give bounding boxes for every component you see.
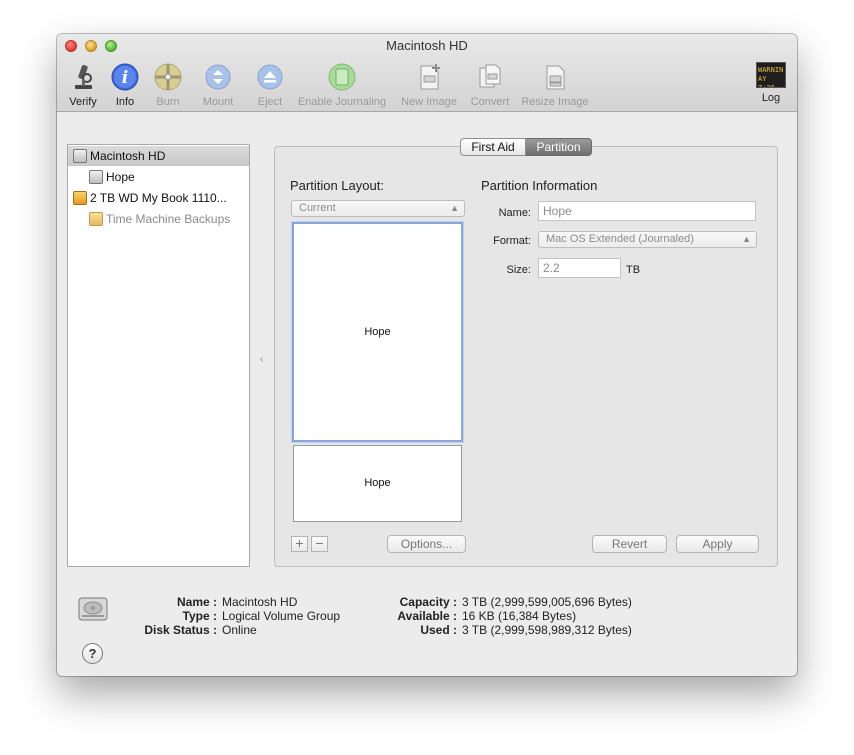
- popup-arrows-icon: ▲: [450, 203, 459, 213]
- remove-partition-button[interactable]: −: [311, 536, 328, 552]
- sidebar-item-label: Time Machine Backups: [106, 212, 231, 226]
- capacity-label: Capacity :: [399, 595, 457, 609]
- sidebar-item-macintosh-hd[interactable]: Macintosh HD: [68, 146, 249, 166]
- partition-information-heading: Partition Information: [481, 178, 598, 193]
- popup-arrows-icon: ▲: [742, 234, 751, 244]
- used-value: 3 TB (2,999,598,989,312 Bytes): [462, 623, 632, 637]
- mount-label: Mount: [202, 96, 234, 108]
- capacity-value: 3 TB (2,999,599,005,696 Bytes): [462, 595, 632, 609]
- log-button[interactable]: WARNIN AY 7:36 Log: [755, 62, 787, 104]
- partition-scheme-popup[interactable]: Current ▲: [291, 200, 465, 217]
- resize-image-label: Resize Image: [521, 96, 589, 108]
- console-log-icon: WARNIN AY 7:36: [756, 62, 786, 88]
- convert-icon: [479, 64, 501, 88]
- enable-journaling-button[interactable]: Enable Journaling: [295, 62, 389, 108]
- external-disk-icon: [73, 191, 87, 205]
- sidebar-item-label: Hope: [106, 170, 135, 184]
- available-value: 16 KB (16,384 Bytes): [462, 609, 577, 623]
- format-field-label: Format:: [493, 235, 531, 247]
- convert-label: Convert: [470, 96, 510, 108]
- tab-first-aid[interactable]: First Aid: [460, 138, 526, 156]
- size-field-label: Size:: [506, 264, 531, 276]
- new-image-icon: [420, 64, 440, 90]
- format-popup[interactable]: Mac OS Extended (Journaled) ▲: [538, 231, 757, 248]
- used-label: Used :: [420, 623, 457, 637]
- console-line-1: WARNIN: [758, 66, 784, 74]
- help-button[interactable]: ?: [82, 643, 103, 664]
- console-line-2: AY 7:36: [758, 75, 775, 88]
- options-button[interactable]: Options...: [387, 535, 466, 553]
- partition-layout-heading: Partition Layout:: [290, 178, 384, 193]
- info-button[interactable]: i Info: [110, 62, 140, 108]
- tab-bar: First Aid Partition: [460, 138, 592, 156]
- log-label: Log: [761, 92, 781, 104]
- name-info-label: Name :: [176, 595, 217, 609]
- partition-size-field[interactable]: 2.2: [538, 258, 621, 278]
- new-image-label: New Image: [401, 96, 457, 108]
- name-info-value: Macintosh HD: [222, 595, 298, 609]
- burn-label: Burn: [156, 96, 180, 108]
- tab-partition[interactable]: Partition: [526, 138, 592, 156]
- hard-disk-icon: [73, 149, 87, 163]
- hard-disk-large-icon: [78, 597, 108, 621]
- eject-button[interactable]: Eject: [253, 62, 287, 108]
- eject-icon: [257, 64, 283, 90]
- size-unit: TB: [626, 264, 641, 276]
- add-partition-button[interactable]: +: [291, 536, 308, 552]
- format-value: Mac OS Extended (Journaled): [546, 233, 694, 245]
- partition-block-2[interactable]: Hope: [293, 445, 462, 522]
- svg-text:i: i: [122, 68, 128, 88]
- split-view-handle[interactable]: ‹: [260, 354, 263, 365]
- convert-button[interactable]: Convert: [466, 62, 514, 108]
- titlebar: Macintosh HD Verify i Info Burn Mount Ej…: [57, 34, 797, 112]
- enable-journaling-label: Enable Journaling: [297, 96, 387, 108]
- type-info-label: Type :: [182, 609, 217, 623]
- info-icon: i: [111, 63, 139, 91]
- type-info-value: Logical Volume Group: [222, 609, 341, 623]
- partition-name: Hope: [364, 326, 391, 338]
- info-label: Info: [115, 96, 135, 108]
- disk-utility-window: Macintosh HD Verify i Info Burn Mount Ej…: [57, 34, 797, 676]
- external-volume-icon: [89, 212, 103, 226]
- burn-button[interactable]: Burn: [151, 62, 185, 108]
- name-field-label: Name:: [498, 207, 531, 219]
- microscope-icon: [75, 64, 92, 89]
- partition-block-1[interactable]: Hope: [292, 222, 463, 442]
- window-title: Macintosh HD: [386, 38, 468, 53]
- burn-disc-icon: [154, 63, 182, 91]
- verify-button[interactable]: Verify: [66, 62, 100, 108]
- journaling-icon: [328, 63, 356, 91]
- available-label: Available :: [397, 609, 457, 623]
- resize-image-icon: [546, 65, 565, 90]
- partition-name-field[interactable]: Hope: [538, 201, 756, 221]
- verify-label: Verify: [69, 96, 97, 108]
- sidebar-item-label: Macintosh HD: [90, 149, 166, 163]
- eject-label: Eject: [257, 96, 283, 108]
- mount-button[interactable]: Mount: [199, 62, 237, 108]
- new-image-button[interactable]: New Image: [398, 62, 460, 108]
- volume-icon: [89, 170, 103, 184]
- disk-status-label: Disk Status :: [144, 623, 217, 637]
- partition-name: Hope: [364, 477, 391, 489]
- partition-scheme-value: Current: [299, 202, 336, 214]
- disk-status-value: Online: [222, 623, 257, 637]
- disk-sidebar[interactable]: Macintosh HD Hope 2 TB WD My Book 1110..…: [67, 144, 250, 567]
- apply-button[interactable]: Apply: [676, 535, 759, 553]
- revert-button[interactable]: Revert: [592, 535, 667, 553]
- sidebar-item-label: 2 TB WD My Book 1110...: [90, 191, 227, 205]
- mount-icon: [205, 64, 231, 90]
- resize-image-button[interactable]: Resize Image: [518, 62, 592, 108]
